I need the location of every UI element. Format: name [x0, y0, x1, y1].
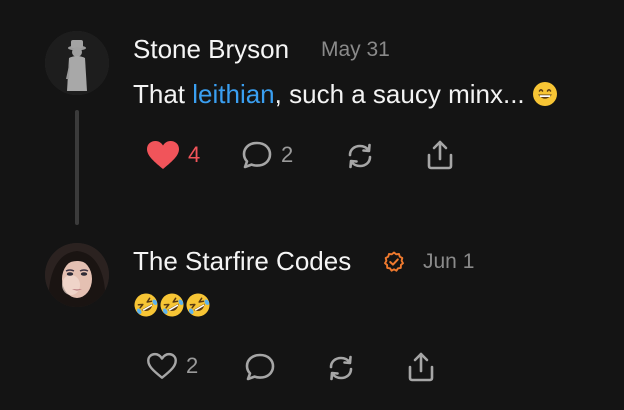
repost-arrows-icon: [329, 355, 353, 381]
like-button[interactable]: 2: [146, 352, 198, 380]
author-name[interactable]: Stone Bryson: [133, 34, 289, 65]
like-count: 4: [188, 142, 201, 167]
repost-arrows-icon: [348, 143, 372, 169]
like-count: 2: [186, 353, 199, 378]
post-text: , such a saucy minx...: [274, 79, 525, 109]
share-button[interactable]: [405, 351, 437, 383]
reply-button[interactable]: [244, 352, 276, 382]
grinning-face-emoji-icon: [532, 81, 558, 114]
rofl-emoji-icon: [133, 292, 159, 325]
avatar[interactable]: [45, 31, 109, 95]
like-button[interactable]: 4: [146, 140, 200, 170]
post-timestamp[interactable]: Jun 1: [423, 250, 474, 274]
author-name[interactable]: The Starfire Codes: [133, 246, 351, 277]
thread-connector-line: [75, 110, 79, 225]
profile-photo-icon: [45, 243, 109, 307]
heart-outline-icon: [147, 352, 177, 379]
reply-button[interactable]: 2: [241, 140, 293, 170]
share-button[interactable]: [424, 139, 456, 171]
repost-button[interactable]: [325, 353, 357, 383]
share-upload-icon: [408, 352, 434, 382]
silhouette-avatar-icon: [45, 31, 109, 95]
comment-bubble-icon: [245, 353, 275, 381]
mention-link[interactable]: leithian: [192, 79, 274, 109]
heart-filled-icon: [147, 141, 179, 169]
post-text: That: [133, 79, 193, 109]
repost-button[interactable]: [344, 141, 376, 171]
rofl-emoji-icon: [159, 292, 185, 325]
reply-count: 2: [281, 142, 294, 167]
post-body: That leithian, such a saucy minx...: [133, 79, 558, 114]
rofl-emoji-icon: [185, 292, 211, 325]
post-timestamp[interactable]: May 31: [321, 38, 390, 62]
thread-view: Stone Bryson May 31 That leithian, such …: [0, 0, 624, 410]
verified-badge-icon: [384, 251, 404, 272]
avatar[interactable]: [45, 243, 109, 307]
comment-bubble-icon: [242, 141, 272, 169]
post-body: [133, 290, 211, 325]
share-upload-icon: [427, 140, 453, 170]
